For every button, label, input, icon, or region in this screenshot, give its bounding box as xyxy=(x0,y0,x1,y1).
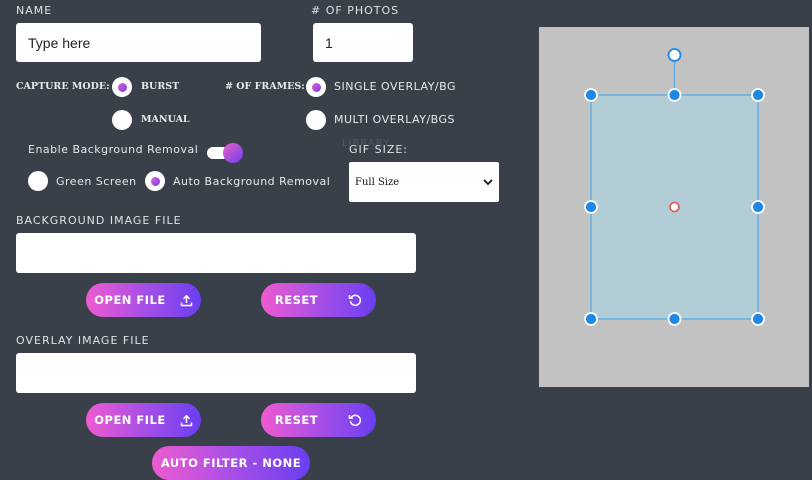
capture-manual-radio[interactable] xyxy=(112,110,132,130)
open-file-label: OPEN FILE xyxy=(94,413,166,427)
photos-label: # OF PHOTOS xyxy=(311,4,400,17)
capture-manual-label: MANUAL xyxy=(141,114,190,125)
photos-input[interactable]: 1 xyxy=(313,23,413,62)
frames-single-label: SINGLE OVERLAY/BG xyxy=(334,80,456,93)
resize-handle-bottom-right[interactable] xyxy=(751,312,765,326)
overlay-open-file-button[interactable]: OPEN FILE xyxy=(86,403,201,437)
background-reset-button[interactable]: RESET xyxy=(261,283,376,317)
reset-label: RESET xyxy=(274,293,319,307)
name-label: NAME xyxy=(16,4,53,17)
reset-icon xyxy=(348,413,362,427)
frames-single-radio[interactable] xyxy=(306,77,326,97)
auto-filter-label: AUTO FILTER - NONE xyxy=(160,456,302,470)
overlay-reset-button[interactable]: RESET xyxy=(261,403,376,437)
chevron-down-icon xyxy=(483,179,493,186)
selection-transform-box[interactable] xyxy=(539,27,809,387)
auto-filter-button[interactable]: AUTO FILTER - NONE xyxy=(152,446,310,480)
frames-multi-radio[interactable] xyxy=(306,110,326,130)
gif-size-value: Full Size xyxy=(355,176,400,188)
upload-icon xyxy=(180,294,193,307)
gif-size-label: GIF SIZE: xyxy=(349,143,409,156)
capture-mode-label: CAPTURE MODE: xyxy=(16,81,110,92)
capture-burst-label: BURST xyxy=(141,81,180,92)
resize-handle-top-middle[interactable] xyxy=(667,88,682,102)
resize-handle-middle-right[interactable] xyxy=(751,200,765,214)
radio-selected-dot xyxy=(150,176,160,186)
frames-multi-label: MULTI OVERLAY/BGS xyxy=(334,113,456,126)
photos-input-text: 1 xyxy=(325,34,333,51)
reset-icon xyxy=(348,293,362,307)
resize-handle-top-left[interactable] xyxy=(584,88,598,102)
gif-size-select[interactable]: Full Size xyxy=(349,162,499,202)
auto-bg-removal-label: Auto Background Removal xyxy=(173,175,331,188)
frames-label: # OF FRAMES: xyxy=(225,81,305,92)
background-file-input[interactable] xyxy=(16,233,416,273)
name-input-text: Type here xyxy=(28,34,91,51)
overlay-file-input[interactable] xyxy=(16,353,416,393)
green-screen-radio[interactable] xyxy=(28,171,48,191)
reset-label: RESET xyxy=(274,413,319,427)
name-input[interactable]: Type here xyxy=(16,23,261,62)
capture-burst-radio[interactable] xyxy=(112,77,132,97)
auto-bg-removal-radio[interactable] xyxy=(145,171,165,191)
radio-selected-dot xyxy=(117,82,127,92)
resize-handle-bottom-left[interactable] xyxy=(584,312,598,326)
resize-handle-bottom-middle[interactable] xyxy=(667,312,682,326)
resize-handle-middle-left[interactable] xyxy=(584,200,598,214)
bg-removal-toggle[interactable] xyxy=(207,143,245,165)
radio-selected-dot xyxy=(311,82,321,92)
upload-icon xyxy=(180,414,193,427)
background-open-file-button[interactable]: OPEN FILE xyxy=(86,283,201,317)
resize-handle-top-right[interactable] xyxy=(751,88,765,102)
center-pivot-point[interactable] xyxy=(669,201,680,213)
background-file-label: BACKGROUND IMAGE FILE xyxy=(16,214,182,227)
overlay-file-label: OVERLAY IMAGE FILE xyxy=(16,334,150,347)
open-file-label: OPEN FILE xyxy=(94,293,166,307)
rotation-handle[interactable] xyxy=(667,48,682,62)
green-screen-label: Green Screen xyxy=(56,175,137,188)
bg-removal-label: Enable Background Removal xyxy=(28,143,199,156)
toggle-knob xyxy=(223,143,243,163)
